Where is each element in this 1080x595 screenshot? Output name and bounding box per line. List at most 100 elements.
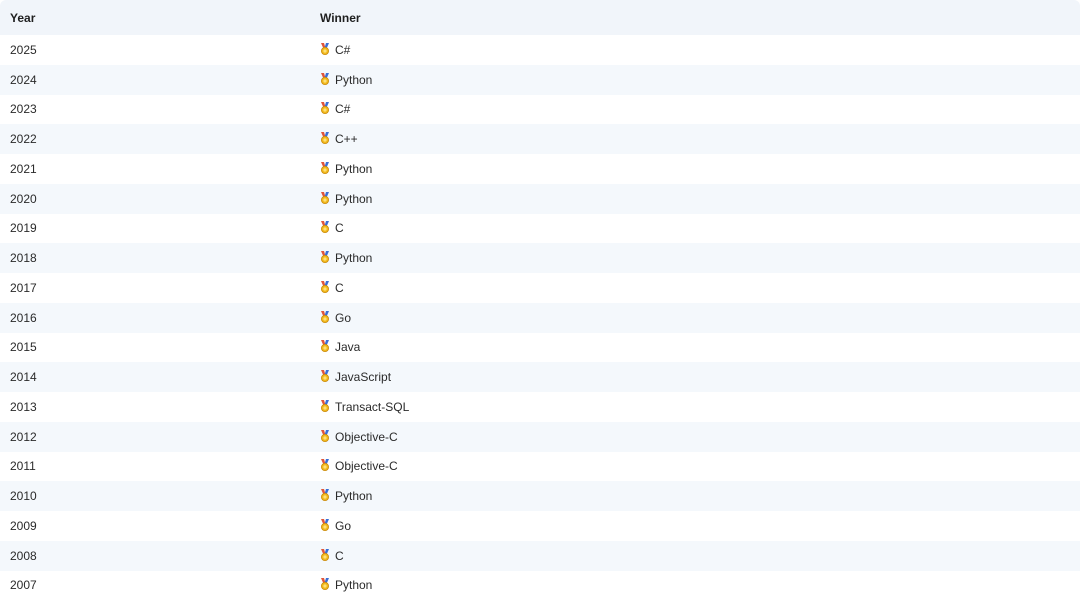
winner-cell: Python	[312, 154, 1080, 184]
winner-cell: C	[312, 273, 1080, 303]
medal-icon	[320, 251, 330, 264]
year-cell: 2021	[10, 161, 37, 176]
winner-name: C	[335, 280, 344, 295]
header-row: Year Winner	[0, 0, 1080, 35]
winner-name: Python	[335, 161, 373, 176]
medal-icon	[320, 548, 330, 561]
medal-icon	[320, 161, 330, 174]
winner-name: Objective-C	[335, 459, 398, 474]
table-row: 2012 Objective-C	[0, 421, 1080, 452]
winner-cell: Python	[312, 184, 1080, 214]
winners-table-container: Year Winner 2025 C# 2024 Python 2023 C# 2022 C+…	[0, 0, 1080, 595]
winner-cell: JavaScript	[312, 362, 1080, 392]
winner-name: Python	[335, 489, 373, 504]
medal-icon	[320, 370, 330, 383]
year-cell: 2013	[10, 399, 37, 414]
table-row: 2013 Transact-SQL	[0, 392, 1080, 422]
winner-name: C++	[335, 132, 358, 147]
year-cell: 2010	[10, 489, 37, 504]
winner-cell: C#	[312, 35, 1080, 65]
table-row: 2014 JavaScript	[0, 362, 1080, 392]
winner-name: Python	[335, 72, 373, 87]
table-row: 2018 Python	[0, 243, 1080, 273]
year-cell: 2015	[10, 340, 37, 355]
table-body: 2025 C# 2024 Python 2023 C# 2022 C++ 2021 Python 2…	[0, 35, 1080, 595]
year-cell: 2017	[10, 280, 37, 295]
winner-column-header[interactable]: Winner	[312, 0, 1080, 35]
winner-cell: Python	[312, 243, 1080, 273]
medal-icon	[320, 310, 330, 323]
winner-cell: C	[312, 214, 1080, 244]
medal-icon	[320, 518, 330, 531]
year-cell: 2019	[10, 221, 37, 236]
table-row: 2008 C	[0, 540, 1080, 571]
winner-cell: Transact-SQL	[312, 392, 1080, 422]
winners-table: Year Winner 2025 C# 2024 Python 2023 C# 2022 C+…	[0, 0, 1080, 595]
winner-name: JavaScript	[335, 370, 392, 385]
table-row: 2017 C	[0, 273, 1080, 303]
winner-name: C#	[335, 42, 351, 57]
winner-name: C	[335, 548, 344, 563]
table-row: 2020 Python	[0, 183, 1080, 214]
medal-icon	[320, 578, 330, 591]
medal-icon	[320, 429, 330, 442]
winner-cell: Objective-C	[312, 422, 1080, 452]
medal-icon	[320, 340, 330, 353]
table-row: 2022 C++	[0, 124, 1080, 154]
medal-icon	[320, 459, 330, 472]
winner-name: Transact-SQL	[335, 399, 410, 414]
year-cell: 2016	[10, 310, 37, 325]
winner-name: Python	[335, 578, 373, 593]
table-row: 2024 Python	[0, 64, 1080, 95]
winner-cell: Objective-C	[312, 452, 1080, 482]
medal-icon	[320, 399, 330, 412]
table-row: 2011 Objective-C	[0, 451, 1080, 482]
winner-cell: Python	[312, 65, 1080, 95]
year-cell: 2022	[10, 132, 37, 147]
winner-name: Go	[335, 310, 352, 325]
medal-icon	[320, 191, 330, 204]
table-row: 2007 Python	[0, 570, 1080, 595]
medal-icon	[320, 221, 330, 234]
medal-icon	[320, 42, 330, 55]
winner-name: Go	[335, 518, 352, 533]
year-cell: 2024	[10, 72, 37, 87]
winner-cell: C#	[312, 95, 1080, 125]
winner-name: C#	[335, 102, 351, 117]
year-cell: 2009	[10, 518, 37, 533]
year-cell: 2020	[10, 191, 37, 206]
table-row: 2021 Python	[0, 154, 1080, 184]
year-cell: 2014	[10, 370, 37, 385]
table-header: Year Winner	[0, 0, 1080, 35]
year-cell: 2025	[10, 42, 37, 57]
table-row: 2019 C	[0, 213, 1080, 244]
winner-name: Python	[335, 191, 373, 206]
winner-cell: C	[312, 541, 1080, 571]
table-row: 2016 Go	[0, 302, 1080, 333]
table-row: 2023 C#	[0, 94, 1080, 125]
winner-name: Python	[335, 251, 373, 266]
medal-icon	[320, 489, 330, 502]
winner-name: Java	[335, 340, 361, 355]
winner-name: Objective-C	[335, 429, 398, 444]
winner-cell: Go	[312, 303, 1080, 333]
year-cell: 2011	[10, 459, 36, 474]
winner-cell: Java	[312, 333, 1080, 363]
table-row: 2009 Go	[0, 511, 1080, 541]
table-row: 2015 Java	[0, 332, 1080, 363]
year-cell: 2012	[10, 429, 37, 444]
medal-icon	[320, 132, 330, 145]
table-row: 2025 C#	[0, 35, 1080, 65]
year-column-header[interactable]: Year	[0, 0, 312, 35]
winner-cell: Python	[312, 481, 1080, 511]
year-cell: 2023	[10, 102, 37, 117]
year-cell: 2008	[10, 548, 37, 563]
medal-icon	[320, 280, 330, 293]
winner-cell: Python	[312, 571, 1080, 595]
table-row: 2010 Python	[0, 481, 1080, 511]
winner-cell: Go	[312, 511, 1080, 541]
winner-name: C	[335, 221, 344, 236]
medal-icon	[320, 102, 330, 115]
medal-icon	[320, 72, 330, 85]
year-cell: 2007	[10, 578, 37, 593]
